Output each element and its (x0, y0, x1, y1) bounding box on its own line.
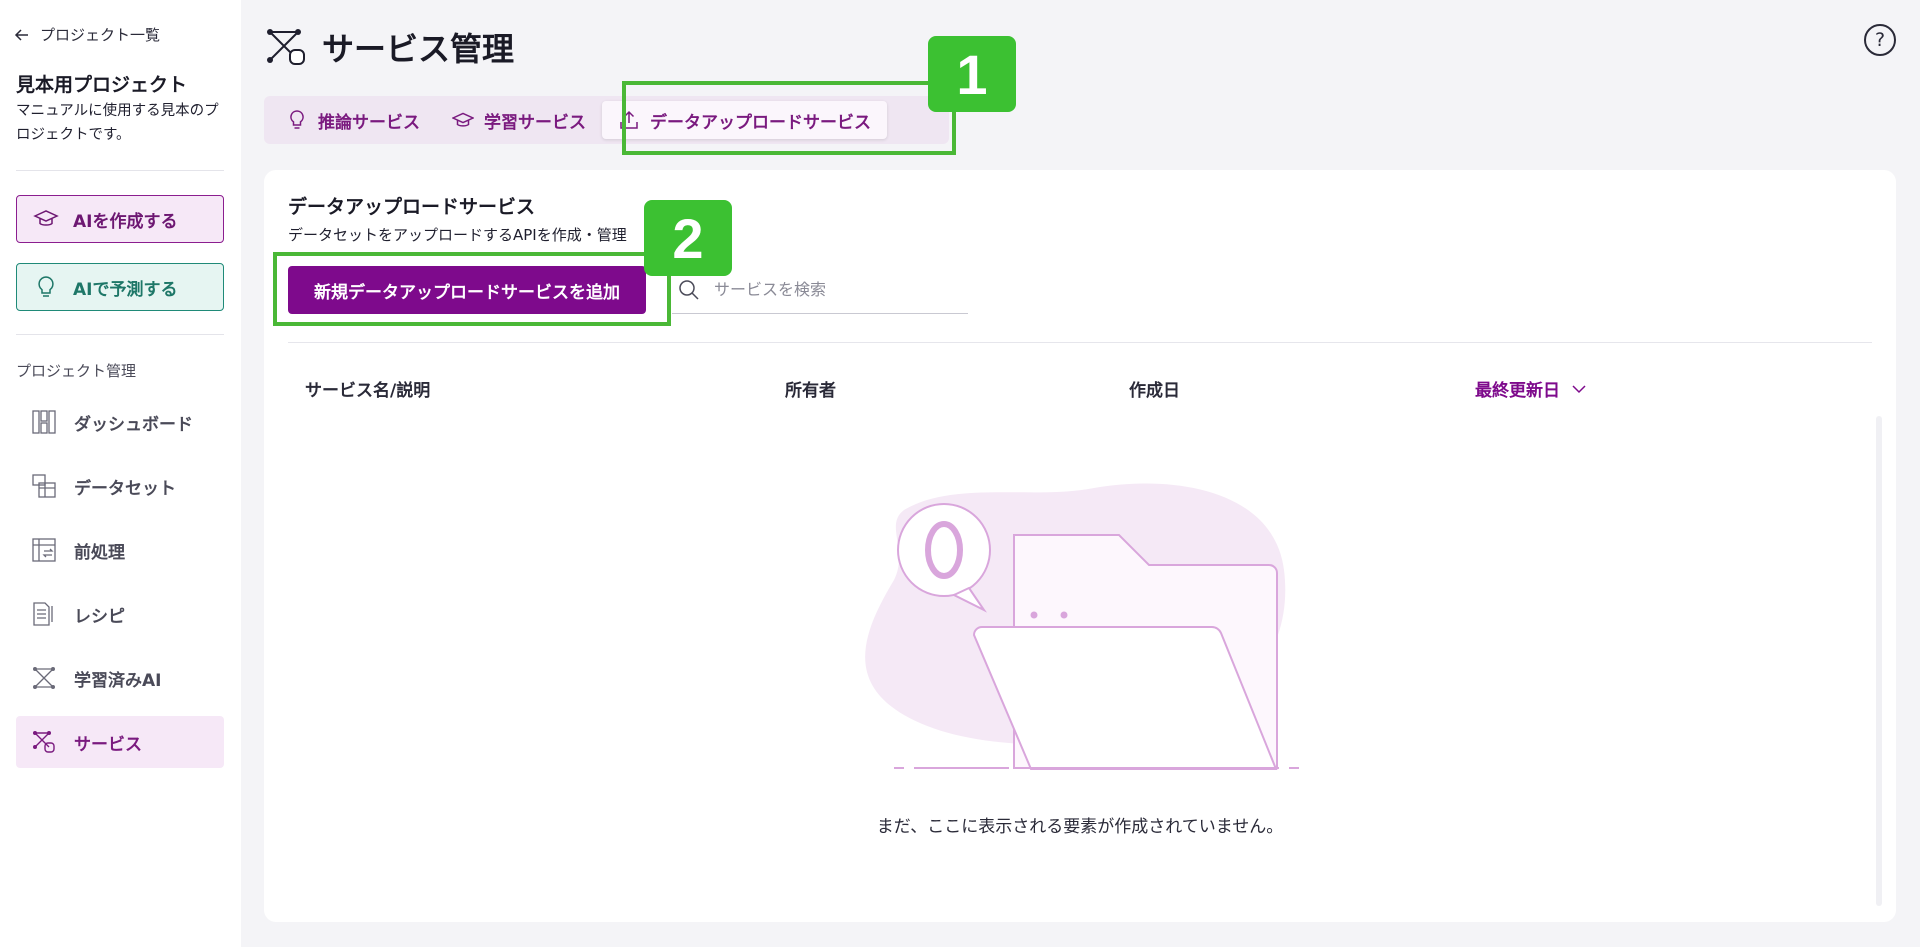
sidebar-item-label: サービス (74, 734, 142, 755)
column-header-label: 最終更新日 (1475, 381, 1560, 401)
project-title: 見本用プロジェクト (16, 74, 188, 96)
tab-label: データアップロードサービス (650, 112, 871, 133)
sidebar-item-trained-ai[interactable]: 学習済みAI (16, 652, 224, 704)
search-icon (679, 279, 699, 300)
card-subtitle: データセットをアップロードするAPIを作成・管理 (288, 226, 627, 244)
sidebar-item-dataset[interactable]: データセット (16, 460, 224, 512)
card-title: データアップロードサービス (288, 196, 536, 218)
trained-ai-icon (33, 667, 55, 689)
help-button[interactable]: ? (1864, 24, 1896, 56)
graduation-cap-icon (33, 210, 59, 226)
project-description: マニュアルに使用する見本のプロジェクトです。 (16, 103, 219, 143)
arrow-left-icon (14, 28, 28, 41)
project-management-label: プロジェクト管理 (16, 362, 137, 380)
column-header-name[interactable]: サービス名/説明 (305, 376, 430, 401)
preprocess-icon (32, 538, 56, 562)
upload-icon (620, 110, 638, 129)
data-upload-service-card: データアップロードサービス データセットをアップロードするAPIを作成・管理 新… (264, 170, 1896, 922)
sidebar-item-recipe[interactable]: レシピ (16, 588, 224, 640)
annotation-badge-1: 1 (928, 36, 1016, 112)
sidebar-item-label: 前処理 (74, 542, 125, 563)
predict-ai-button[interactable]: AIで予測する (16, 263, 224, 311)
sidebar-item-label: データセット (74, 478, 176, 499)
lightbulb-icon (38, 276, 54, 297)
dataset-icon (32, 474, 56, 498)
sidebar-item-service[interactable]: サービス (16, 716, 224, 768)
empty-state-message: まだ、ここに表示される要素が作成されていません。 (876, 817, 1284, 837)
service-icon (33, 731, 55, 753)
create-ai-button[interactable]: AIを作成する (16, 195, 224, 243)
sidebar-item-label: 学習済みAI (74, 670, 162, 691)
sidebar-item-preprocess[interactable]: 前処理 (16, 524, 224, 576)
tab-inference-service[interactable]: 推論サービス (270, 101, 436, 139)
back-link-label: プロジェクト一覧 (40, 26, 161, 44)
annotation-badge-2: 2 (644, 200, 732, 276)
sidebar: プロジェクト一覧 見本用プロジェクト マニュアルに使用する見本のプロジェクトです… (0, 0, 241, 947)
add-data-upload-service-button[interactable]: 新規データアップロードサービスを追加 (288, 266, 646, 314)
recipe-icon (33, 602, 53, 626)
search-input[interactable] (714, 280, 934, 299)
sidebar-divider (16, 170, 224, 171)
page-title: サービス管理 (322, 30, 515, 68)
page-header: サービス管理 (264, 24, 514, 70)
card-divider (288, 342, 1872, 343)
tab-training-service[interactable]: 学習サービス (436, 101, 602, 139)
chevron-down-icon (1572, 384, 1586, 393)
sidebar-item-label: レシピ (74, 606, 125, 627)
sidebar-divider (16, 334, 224, 335)
empty-folder-illustration (865, 483, 1299, 770)
sidebar-item-label: ダッシュボード (74, 414, 193, 435)
service-tabs: 推論サービス 学習サービス データアップロードサービス (264, 96, 949, 144)
graduation-cap-icon (452, 112, 474, 127)
column-header-created[interactable]: 作成日 (1129, 376, 1180, 401)
service-management-icon (267, 29, 305, 65)
sidebar-item-dashboard[interactable]: ダッシュボード (16, 396, 224, 448)
tab-data-upload-service[interactable]: データアップロードサービス (602, 101, 887, 139)
lightbulb-icon (290, 110, 304, 129)
column-header-owner[interactable]: 所有者 (785, 376, 836, 401)
back-to-projects-link[interactable]: プロジェクト一覧 (14, 24, 160, 45)
help-icon: ? (1874, 29, 1886, 51)
column-header-updated[interactable]: 最終更新日 (1475, 376, 1588, 401)
create-ai-label: AIを作成する (73, 211, 178, 232)
predict-ai-label: AIで予測する (73, 279, 178, 300)
tab-label: 推論サービス (318, 112, 420, 133)
dashboard-icon (32, 410, 56, 434)
tab-label: 学習サービス (484, 112, 586, 133)
